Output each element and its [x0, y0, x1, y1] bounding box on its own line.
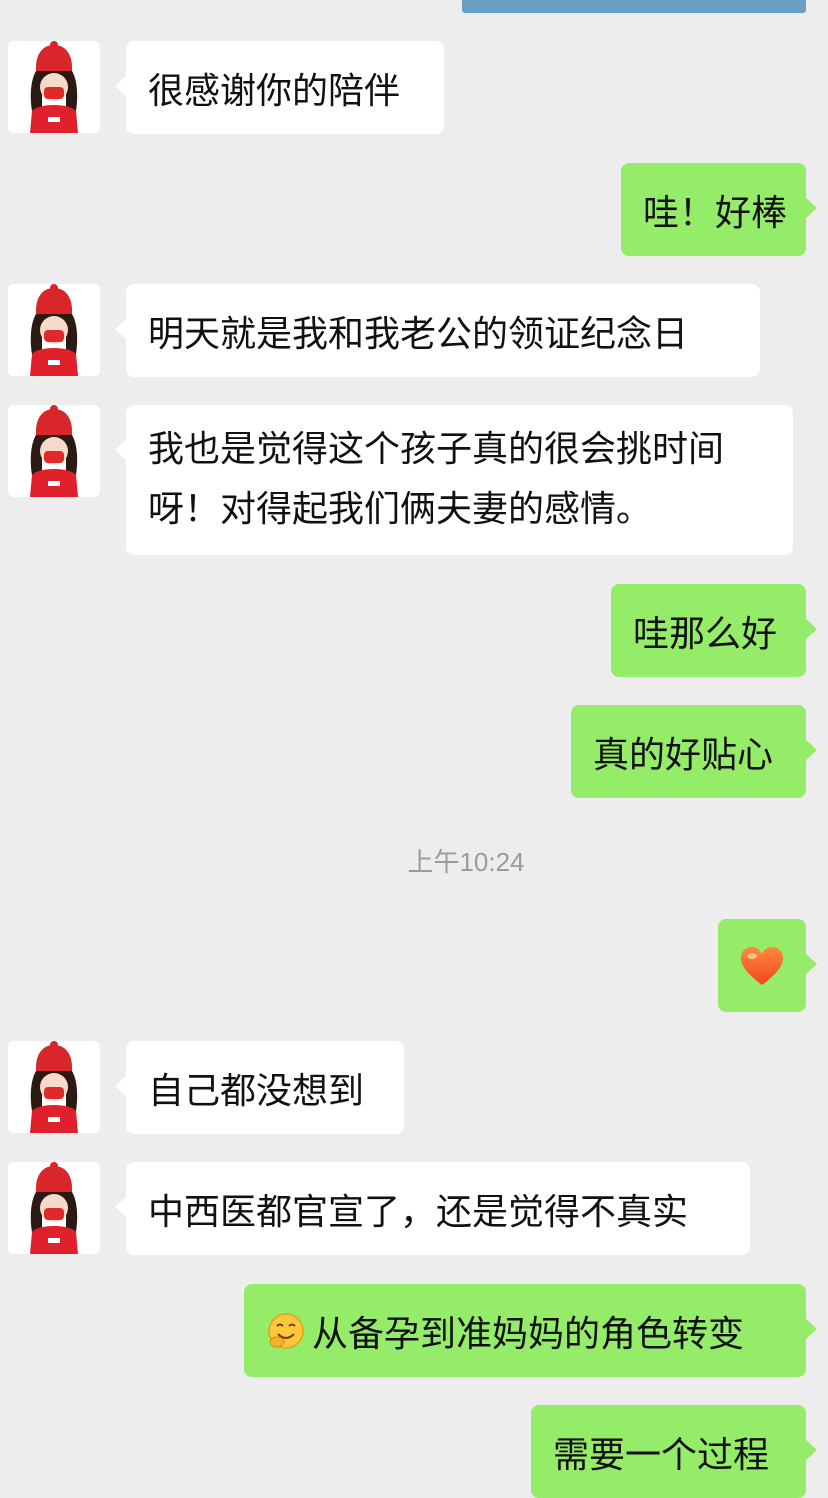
girl-avatar-icon — [8, 284, 100, 376]
contact-avatar[interactable] — [8, 284, 100, 376]
contact-avatar[interactable] — [8, 1041, 100, 1133]
shared-image-bottom-edge[interactable] — [462, 0, 806, 13]
message-text: 哇！好棒 — [643, 192, 788, 234]
message-bubble-incoming[interactable]: 很感谢你的陪伴 — [115, 41, 444, 134]
message-text-line2: 呀！对得起我们俩夫妻的感情。 — [148, 489, 653, 530]
chat-timestamp: 上午10:24 — [407, 847, 525, 877]
message-text: 中西医都官宣了，还是觉得不真实 — [148, 1191, 689, 1233]
message-bubble-outgoing[interactable]: 从备孕到准妈妈的角色转变 — [244, 1284, 817, 1377]
girl-avatar-icon — [8, 1162, 100, 1254]
message-text: 很感谢你的陪伴 — [148, 70, 401, 112]
grinning-face-icon — [268, 1312, 304, 1349]
orange-heart-icon — [741, 946, 783, 985]
message-text: 自己都没想到 — [148, 1070, 365, 1112]
message-bubble-incoming[interactable]: 明天就是我和我老公的领证纪念日 — [115, 284, 760, 377]
girl-avatar-icon — [8, 41, 100, 133]
girl-avatar-icon — [8, 1041, 100, 1133]
message-bubble-outgoing[interactable]: 哇那么好 — [611, 584, 817, 677]
message-bubble-outgoing[interactable] — [718, 919, 817, 1012]
message-bubble-outgoing[interactable]: 真的好贴心 — [571, 705, 817, 798]
message-text: 从备孕到准妈妈的角色转变 — [312, 1313, 745, 1355]
girl-avatar-icon — [8, 405, 100, 497]
message-text-line1: 我也是觉得这个孩子真的很会挑时间 — [148, 429, 725, 470]
contact-avatar[interactable] — [8, 41, 100, 133]
message-text: 真的好贴心 — [593, 734, 774, 776]
contact-avatar[interactable] — [8, 405, 100, 497]
message-text: 明天就是我和我老公的领证纪念日 — [148, 313, 689, 355]
contact-avatar[interactable] — [8, 1162, 100, 1254]
message-text: 哇那么好 — [633, 613, 778, 655]
message-bubble-outgoing[interactable]: 哇！好棒 — [621, 163, 817, 256]
message-bubble-outgoing[interactable]: 需要一个过程 — [531, 1405, 817, 1498]
message-bubble-incoming[interactable]: 中西医都官宣了，还是觉得不真实 — [115, 1162, 750, 1255]
message-text: 需要一个过程 — [553, 1434, 770, 1476]
message-bubble-incoming[interactable]: 我也是觉得这个孩子真的很会挑时间 呀！对得起我们俩夫妻的感情。 — [115, 405, 793, 555]
message-bubble-incoming[interactable]: 自己都没想到 — [115, 1041, 404, 1134]
